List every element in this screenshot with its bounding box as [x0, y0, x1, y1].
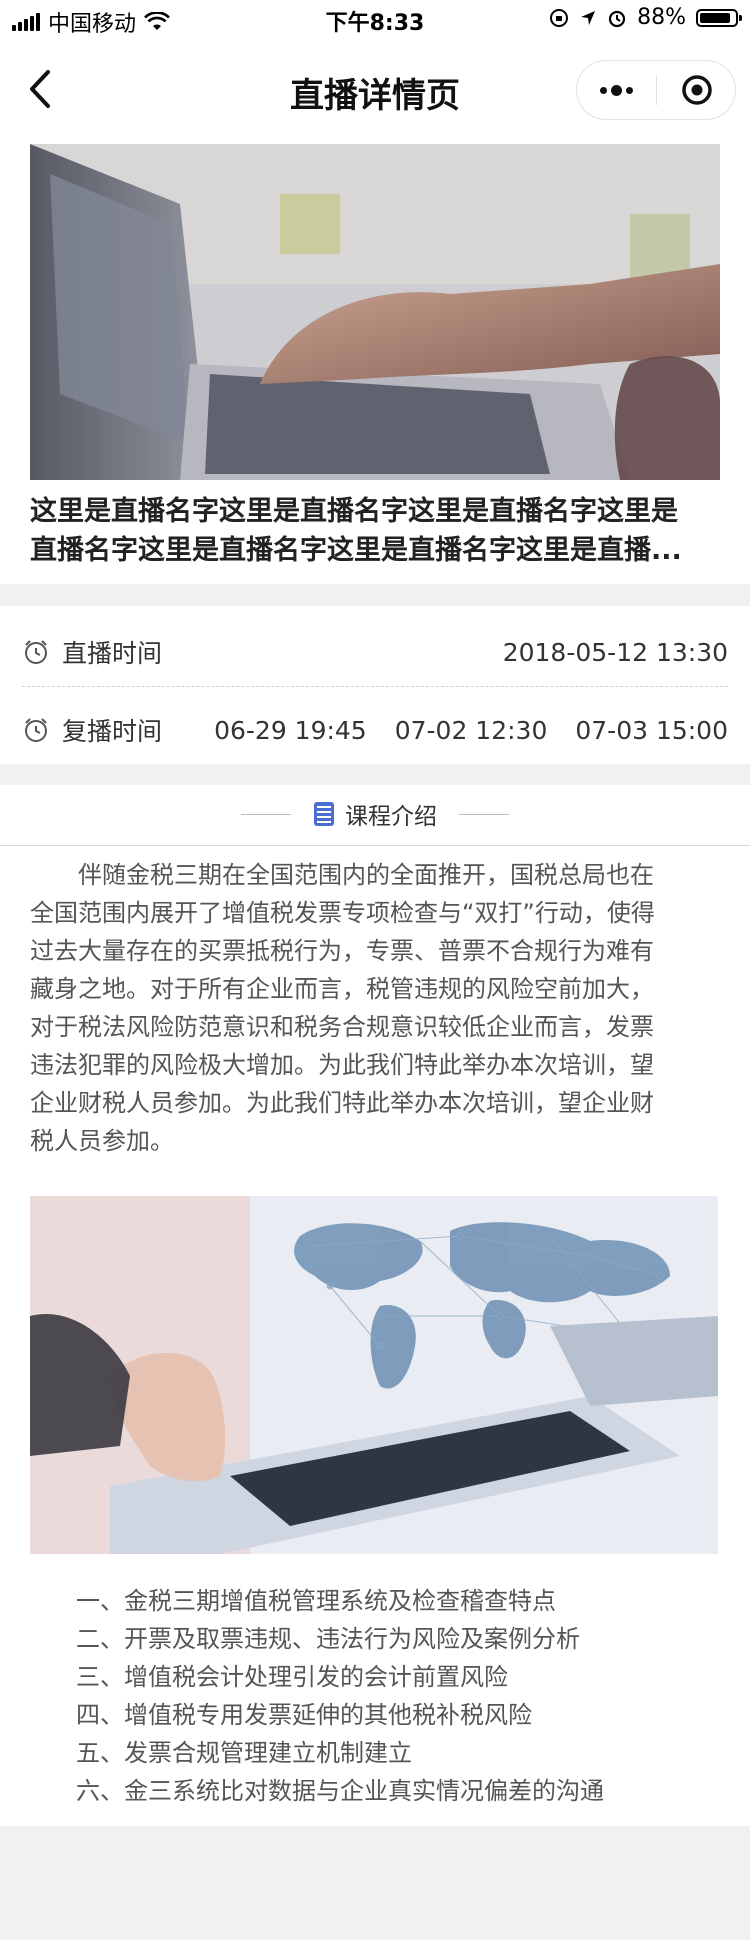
live-cover-image[interactable] [30, 144, 720, 480]
laptop-typing-illustration [30, 144, 720, 480]
record-circle-icon [681, 75, 712, 105]
live-title-line: 直播名字这里是直播名字这里是直播名字这里是直播... [30, 535, 682, 566]
outline-item: 四、增值税专用发票延伸的其他税补税风险 [76, 1701, 532, 1729]
replay-time-value: 06-29 19:45 [214, 715, 367, 745]
more-dots-icon [600, 84, 633, 96]
outline-item: 五、发票合规管理建立机制建立 [76, 1739, 412, 1767]
live-info-card: 这里是直播名字这里是直播名字这里是直播名字这里是 直播名字这里是直播名字这里是直… [0, 144, 750, 584]
schedule-card: 直播时间 2018-05-12 13:30 复播时间 06-29 19:45 0… [0, 606, 750, 764]
outline-item: 三、增值税会计处理引发的会计前置风险 [76, 1663, 508, 1691]
book-icon [313, 801, 335, 827]
intro-line: 企业财税人员参加。为此我们特此举办本次培训，望企业财 [30, 1089, 654, 1117]
alarm-icon [608, 10, 626, 27]
intro-line: 全国范围内展开了增值税发票专项检查与“双打”行动，使得 [30, 899, 655, 927]
intro-line: 藏身之地。对于所有企业而言，税管违规的风险空前加大， [30, 975, 654, 1003]
intro-line: 违法犯罪的风险极大增加。为此我们特此举办本次培训，望 [30, 1051, 654, 1079]
intro-line: 税人员参加。 [30, 1127, 174, 1155]
intro-line: 对于税法风险防范意识和税务合规意识较低企业而言，发票 [30, 1013, 654, 1041]
alarm-clock-icon [22, 716, 50, 744]
replay-time-row: 复播时间 06-29 19:45 07-02 12:30 07-03 15:00 [22, 706, 728, 754]
course-content: 伴随金税三期在全国范围内的全面推开，国税总局也在 全国范围内展开了增值税发票专项… [0, 846, 750, 1826]
replay-time-value: 07-03 15:00 [575, 715, 728, 745]
live-title: 这里是直播名字这里是直播名字这里是直播名字这里是 直播名字这里是直播名字这里是直… [30, 492, 720, 570]
outline-item: 二、开票及取票违规、违法行为风险及案例分析 [76, 1625, 580, 1653]
dashed-divider [22, 686, 728, 687]
rotation-lock-icon [550, 8, 569, 27]
nav-bar: 直播详情页 [0, 40, 750, 144]
alarm-clock-icon [22, 638, 50, 666]
mini-program-capsule [576, 60, 736, 120]
live-time-label: 直播时间 [62, 639, 163, 668]
battery-icon [696, 8, 742, 27]
intro-line: 伴随金税三期在全国范围内的全面推开，国税总局也在 [30, 861, 654, 889]
outline-item: 六、金三系统比对数据与企业真实情况偏差的沟通 [76, 1777, 604, 1805]
course-outline: 一、金税三期增值税管理系统及检查稽查特点 二、开票及取票违规、违法行为风险及案例… [76, 1582, 736, 1810]
course-intro-title: 课程介绍 [345, 804, 437, 830]
more-button[interactable] [577, 61, 656, 119]
live-title-line: 这里是直播名字这里是直播名字这里是直播名字这里是 [30, 496, 678, 527]
close-button[interactable] [657, 61, 736, 119]
header-line-right [459, 813, 509, 815]
intro-line: 过去大量存在的买票抵税行为，专票、普票不合规行为难有 [30, 937, 654, 965]
live-time-row: 直播时间 2018-05-12 13:30 [22, 628, 728, 676]
course-image[interactable] [30, 1196, 718, 1554]
course-intro-text: 伴随金税三期在全国范围内的全面推开，国税总局也在 全国范围内展开了增值税发票专项… [30, 856, 720, 1160]
location-icon [581, 10, 596, 25]
replay-time-value: 07-02 12:30 [394, 715, 548, 745]
battery-percent: 88% [637, 5, 686, 30]
replay-time-label: 复播时间 [62, 717, 163, 746]
live-time-value: 2018-05-12 13:30 [502, 637, 728, 667]
status-bar: 中国移动 下午8:33 88% [0, 0, 750, 40]
course-intro-header: 课程介绍 [0, 785, 750, 846]
world-map-laptop-illustration [30, 1196, 718, 1554]
header-line-left [241, 813, 291, 815]
outline-item: 一、金税三期增值税管理系统及检查稽查特点 [76, 1587, 556, 1615]
